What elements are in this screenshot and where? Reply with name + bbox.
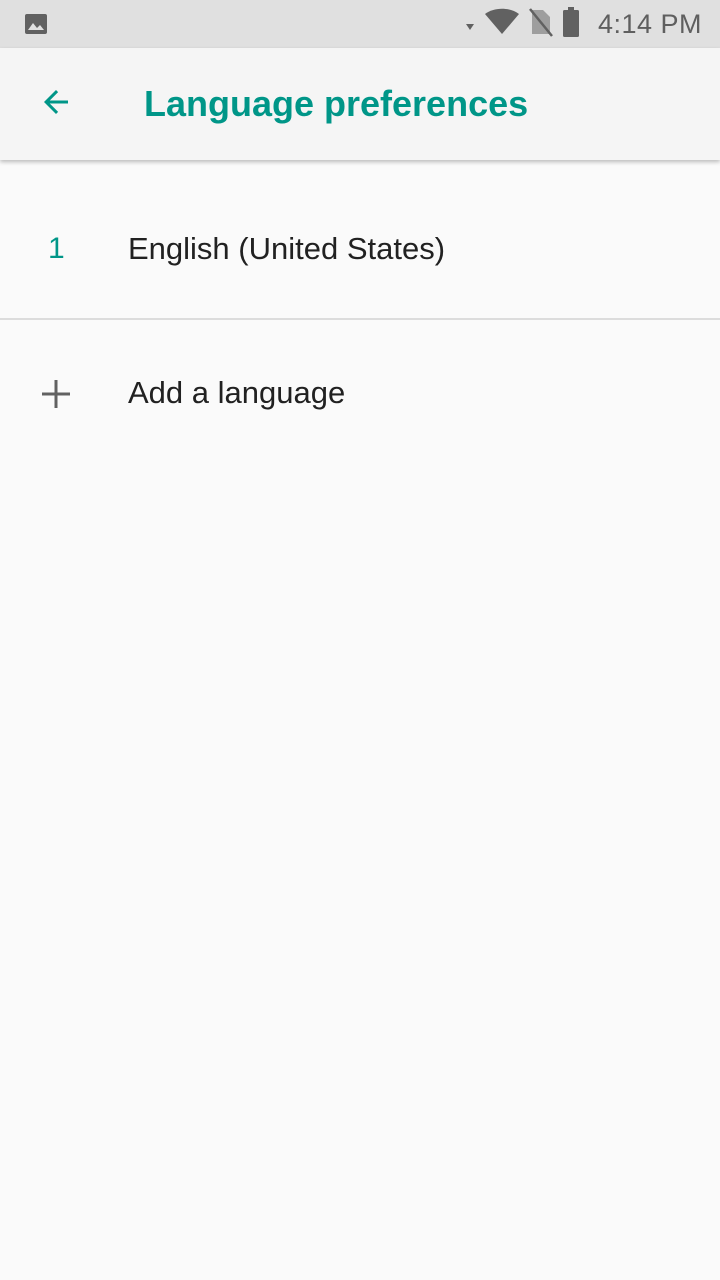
no-sim-icon [528,7,554,42]
arrow-back-icon [38,84,74,125]
signal-arrow-icon [464,10,476,39]
battery-icon [562,6,580,42]
status-bar: 4:14 PM [0,0,720,48]
language-item[interactable]: 1 English (United States) [0,160,720,320]
language-index: 1 [48,232,65,265]
back-button[interactable] [24,72,88,136]
wifi-icon [484,8,520,41]
add-language-button[interactable]: Add a language [0,320,720,466]
add-language-label: Add a language [128,375,346,410]
app-bar: Language preferences [0,48,720,160]
plus-icon [36,374,76,414]
status-icons: 4:14 PM [464,0,702,48]
image-icon [24,12,48,36]
page-title: Language preferences [144,83,529,124]
status-time: 4:14 PM [597,8,702,39]
language-list: 1 English (United States) Add a language [0,160,720,466]
language-name: English (United States) [128,231,446,266]
